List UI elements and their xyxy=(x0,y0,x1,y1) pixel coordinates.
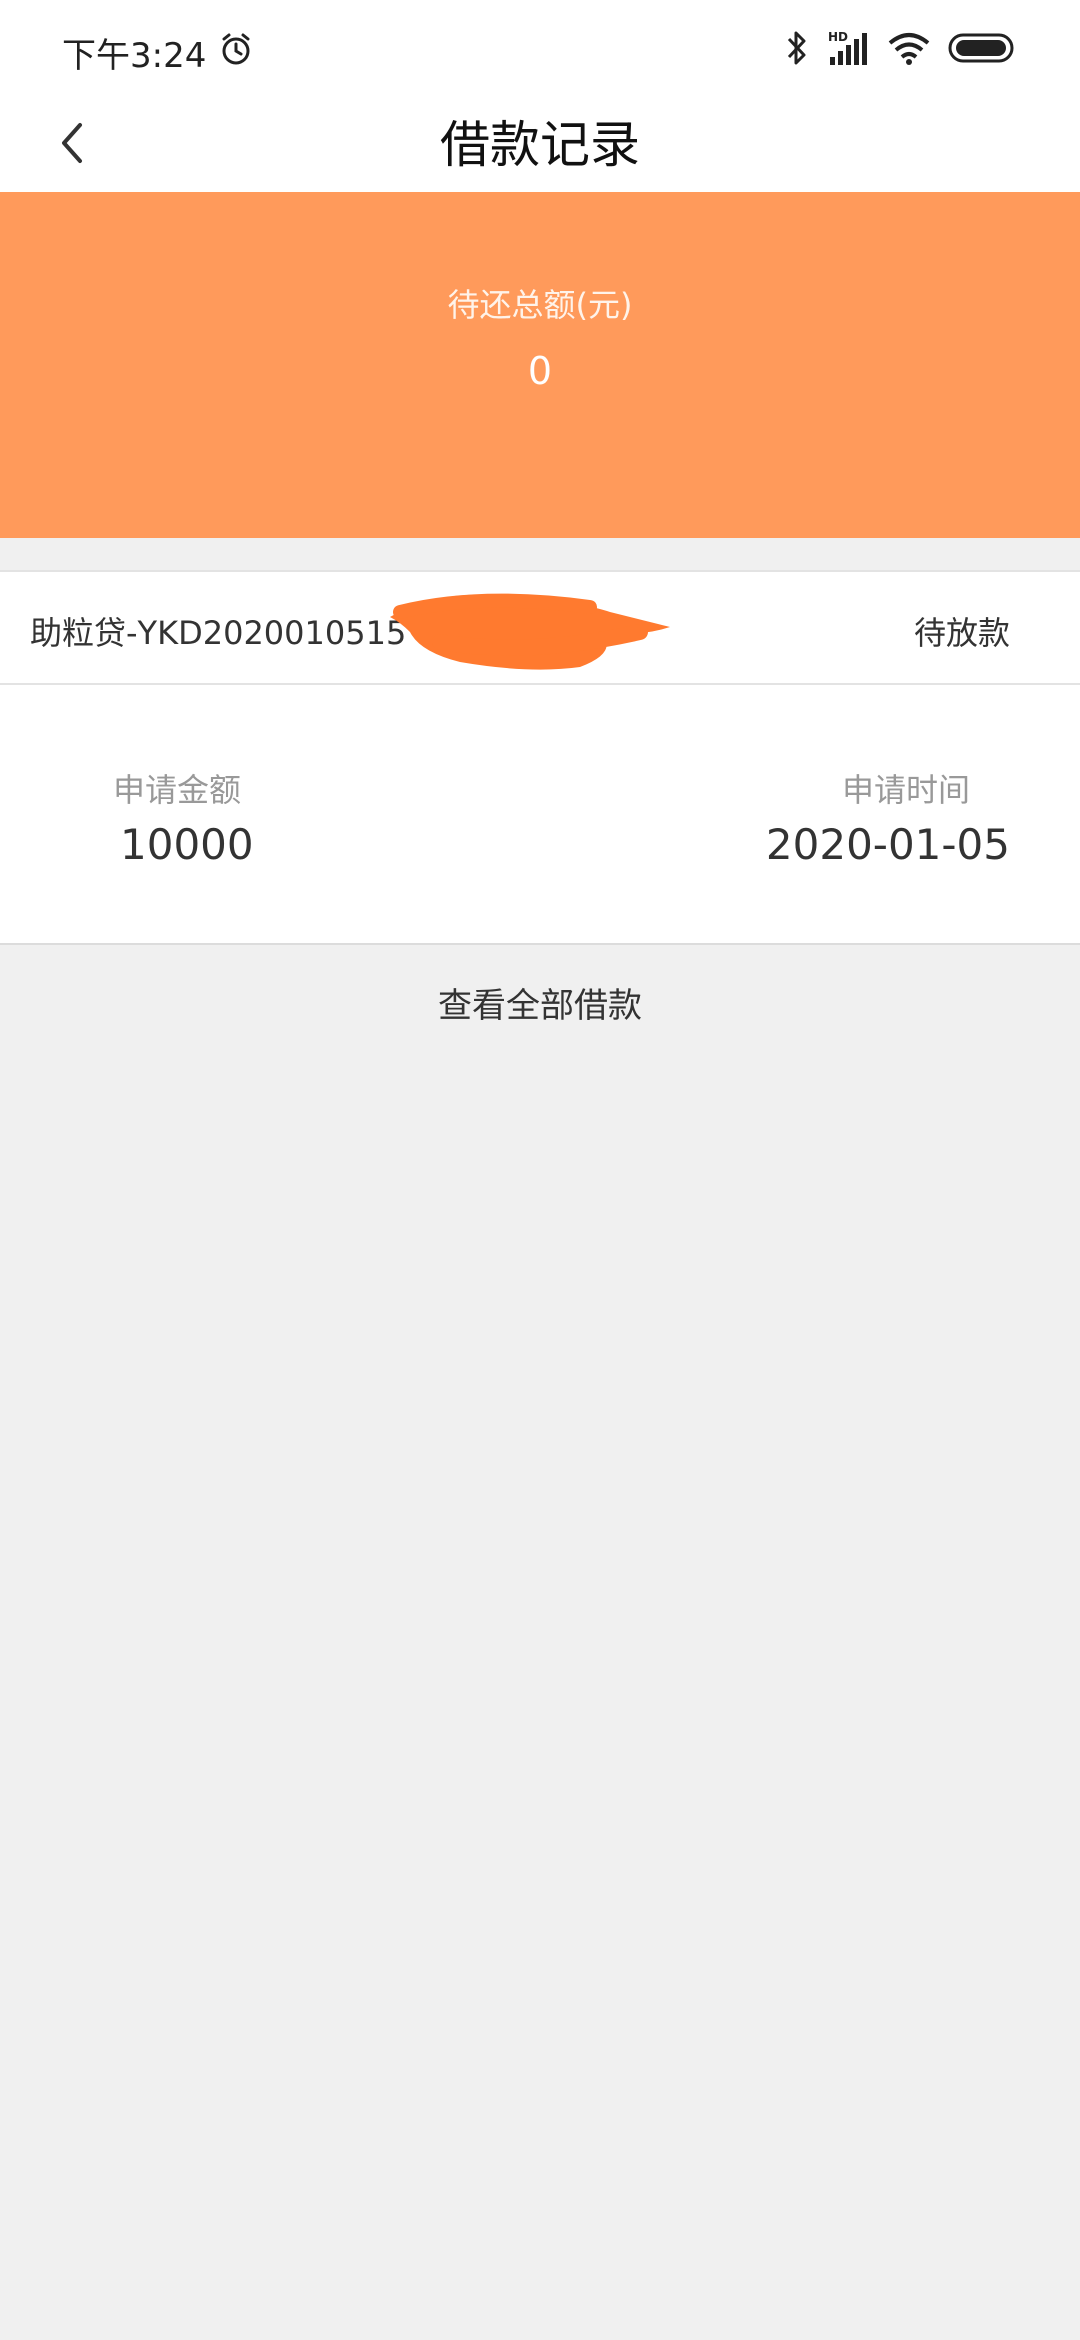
summary-banner: 待还总额(元) 0 xyxy=(0,192,1080,538)
status-bar: 下午3:24 HD xyxy=(0,0,1080,95)
navigation-header: 借款记录 xyxy=(0,95,1080,192)
page-title: 借款记录 xyxy=(440,116,640,174)
svg-text:HD: HD xyxy=(828,30,848,44)
loan-item-header[interactable]: 助粒贷-YKD2020010515 待放款 xyxy=(0,570,1080,685)
alarm-icon xyxy=(222,33,250,65)
wifi-icon xyxy=(888,33,930,65)
applied-time-value: 2020-01-05 xyxy=(765,820,1010,869)
view-all-loans-link[interactable]: 查看全部借款 xyxy=(0,978,1080,1027)
applied-amount-value: 10000 xyxy=(120,820,254,869)
outstanding-total-value: 0 xyxy=(527,349,553,393)
outstanding-total-label: 待还总额(元) xyxy=(447,286,633,324)
applied-amount-label: 申请金额 xyxy=(113,771,242,809)
status-time: 下午3:24 xyxy=(62,36,207,76)
status-icons: HD xyxy=(786,28,1018,68)
redaction-scribble xyxy=(390,593,670,670)
loan-item-details[interactable]: 申请金额 10000 申请时间 2020-01-05 xyxy=(0,685,1080,945)
bluetooth-icon xyxy=(787,31,806,65)
hd-signal-icon: HD xyxy=(828,30,867,65)
loan-id: 助粒贷-YKD2020010515 xyxy=(30,614,407,652)
battery-icon xyxy=(948,33,1014,63)
applied-time-label: 申请时间 xyxy=(841,771,970,809)
loan-status: 待放款 xyxy=(913,614,1010,652)
